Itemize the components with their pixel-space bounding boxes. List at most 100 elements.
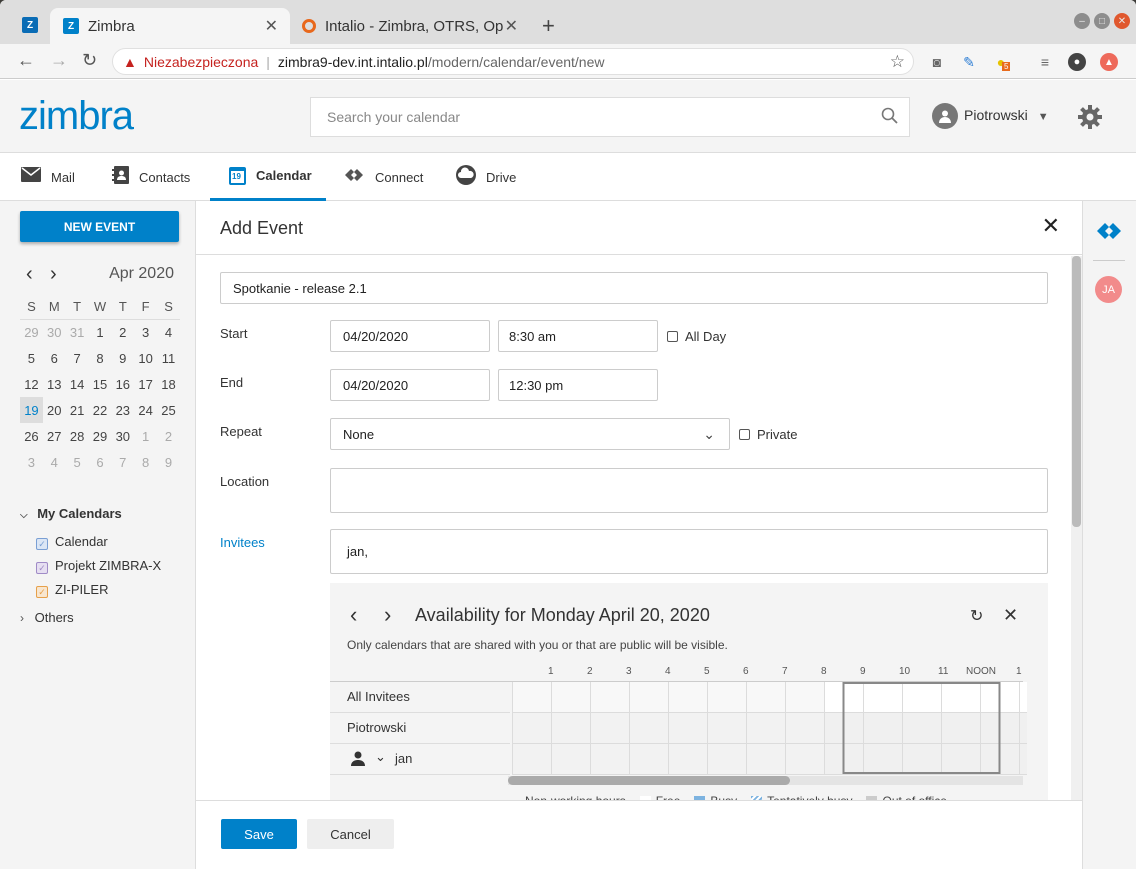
user-avatar-icon[interactable] xyxy=(932,103,958,129)
availability-grid[interactable] xyxy=(512,682,1027,775)
repeat-select[interactable]: None ⌄ xyxy=(330,418,730,450)
calendar-day[interactable]: 1 xyxy=(89,319,112,345)
calendar-day[interactable]: 3 xyxy=(134,319,157,345)
refresh-icon[interactable]: ↻ xyxy=(970,606,983,626)
horizontal-scrollbar[interactable] xyxy=(508,776,1023,785)
calendar-checkbox[interactable]: ✓ xyxy=(36,562,48,574)
calendar-day[interactable]: 29 xyxy=(89,423,112,449)
calendar-checkbox[interactable]: ✓ xyxy=(36,538,48,550)
next-month-icon[interactable]: › xyxy=(50,263,57,286)
calendar-day[interactable]: 25 xyxy=(157,397,180,423)
calendar-day[interactable]: 5 xyxy=(20,345,43,371)
calendar-day[interactable]: 2 xyxy=(111,319,134,345)
calendar-day[interactable]: 14 xyxy=(66,371,89,397)
attendee-chevron-down-icon[interactable]: ⌄ xyxy=(375,749,386,765)
my-calendars-toggle[interactable]: ⌵ My Calendars xyxy=(20,506,122,521)
calendar-day[interactable]: 31 xyxy=(66,319,89,345)
tab-connect[interactable]: Connect xyxy=(343,153,423,201)
start-date-input[interactable]: 04/20/2020 xyxy=(330,320,490,352)
minimize-icon[interactable]: – xyxy=(1074,13,1090,29)
calendar-day[interactable]: 17 xyxy=(134,371,157,397)
checkbox-box[interactable] xyxy=(739,429,750,440)
url-input[interactable]: ▲ Niezabezpieczona | zimbra9-dev.int.int… xyxy=(112,48,914,75)
camera-extension-icon[interactable]: ◙ xyxy=(928,53,946,71)
browser-tab-zimbra[interactable]: Z Zimbra ✕ xyxy=(50,8,290,44)
calendar-day[interactable]: 11 xyxy=(157,345,180,371)
calendar-day[interactable]: 13 xyxy=(43,371,66,397)
subject-input[interactable]: Spotkanie - release 2.1 xyxy=(220,272,1048,304)
cancel-button[interactable]: Cancel xyxy=(307,819,394,849)
calendar-day[interactable]: 12 xyxy=(20,371,43,397)
start-time-input[interactable]: 8:30 am xyxy=(498,320,658,352)
invitees-input[interactable]: jan, xyxy=(330,529,1048,574)
close-panel-icon[interactable]: ✕ xyxy=(1042,213,1060,239)
calendar-day[interactable]: 20 xyxy=(43,397,66,423)
calendar-day[interactable]: 4 xyxy=(43,449,66,475)
calendar-day[interactable]: 8 xyxy=(89,345,112,371)
tab-calendar[interactable]: 19 Calendar xyxy=(210,153,326,201)
checkbox-box[interactable] xyxy=(667,331,678,342)
calendar-day[interactable]: 2 xyxy=(157,423,180,449)
feather-extension-icon[interactable]: ✎ xyxy=(960,53,978,71)
calendar-day[interactable]: 9 xyxy=(111,345,134,371)
zimbra-logo[interactable]: zimbra xyxy=(19,94,134,139)
user-menu[interactable]: Piotrowski ▼ xyxy=(964,107,1049,123)
calendar-day[interactable]: 15 xyxy=(89,371,112,397)
vertical-scrollbar[interactable] xyxy=(1071,256,1082,806)
tab-contacts[interactable]: Contacts xyxy=(112,153,190,201)
playlist-icon[interactable]: ≡ xyxy=(1036,53,1054,71)
calendar-day[interactable]: 30 xyxy=(111,423,134,449)
maximize-icon[interactable]: □ xyxy=(1094,13,1110,29)
others-toggle[interactable]: › Others xyxy=(20,610,74,625)
scrollbar-thumb[interactable] xyxy=(508,776,790,785)
calendar-day[interactable]: 6 xyxy=(89,449,112,475)
calendar-day[interactable]: 30 xyxy=(43,319,66,345)
calendar-day[interactable]: 7 xyxy=(111,449,134,475)
calendar-day[interactable]: 8 xyxy=(134,449,157,475)
calendar-item-projekt-zimbra-x[interactable]: ✓ Projekt ZIMBRA-X xyxy=(36,558,161,574)
bulb-extension-icon[interactable]: ● 5 xyxy=(992,53,1011,71)
calendar-day[interactable]: 6 xyxy=(43,345,66,371)
close-tab-icon[interactable]: ✕ xyxy=(505,16,518,36)
close-tab-icon[interactable]: ✕ xyxy=(265,16,278,36)
settings-gear-icon[interactable] xyxy=(1077,104,1103,133)
private-checkbox[interactable]: Private xyxy=(739,427,797,442)
calendar-day[interactable]: 7 xyxy=(66,345,89,371)
browser-tab-intalio[interactable]: Intalio - Zimbra, OTRS, Op ✕ xyxy=(292,8,528,44)
calendar-day[interactable]: 3 xyxy=(20,449,43,475)
calendar-day[interactable]: 26 xyxy=(20,423,43,449)
calendar-day[interactable]: 21 xyxy=(66,397,89,423)
prev-month-icon[interactable]: ‹ xyxy=(26,263,33,286)
calendar-day[interactable]: 24 xyxy=(134,397,157,423)
connect-rail-icon[interactable] xyxy=(1095,220,1123,245)
scrollbar-thumb[interactable] xyxy=(1072,256,1081,527)
calendar-day[interactable]: 29 xyxy=(20,319,43,345)
calendar-day[interactable]: 16 xyxy=(111,371,134,397)
calendar-item-calendar[interactable]: ✓ Calendar xyxy=(36,534,108,550)
close-availability-icon[interactable]: ✕ xyxy=(1003,605,1018,626)
calendar-day[interactable]: 1 xyxy=(134,423,157,449)
profile-icon[interactable]: ● xyxy=(1068,53,1086,71)
forward-icon[interactable]: → xyxy=(50,50,68,71)
calendar-item-zi-piler[interactable]: ✓ ZI-PILER xyxy=(36,582,108,598)
calendar-day[interactable]: 18 xyxy=(157,371,180,397)
search-icon[interactable] xyxy=(881,107,898,124)
invitees-link[interactable]: Invitees xyxy=(220,535,265,550)
end-time-input[interactable]: 12:30 pm xyxy=(498,369,658,401)
save-button[interactable]: Save xyxy=(221,819,297,849)
calendar-day[interactable]: 28 xyxy=(66,423,89,449)
calendar-day[interactable]: 19 xyxy=(20,397,43,423)
bookmark-star-icon[interactable]: ☆ xyxy=(890,52,905,72)
calendar-day[interactable]: 5 xyxy=(66,449,89,475)
location-input[interactable] xyxy=(330,468,1048,513)
calendar-day[interactable]: 10 xyxy=(134,345,157,371)
close-window-icon[interactable]: ✕ xyxy=(1114,13,1130,29)
calendar-day[interactable]: 4 xyxy=(157,319,180,345)
new-tab-button[interactable]: + xyxy=(542,13,555,39)
calendar-checkbox[interactable]: ✓ xyxy=(36,586,48,598)
reload-icon[interactable]: ↻ xyxy=(82,50,97,71)
calendar-day[interactable]: 9 xyxy=(157,449,180,475)
calendar-day[interactable]: 27 xyxy=(43,423,66,449)
update-icon[interactable]: ▲ xyxy=(1100,53,1118,71)
back-icon[interactable]: ← xyxy=(17,50,35,71)
